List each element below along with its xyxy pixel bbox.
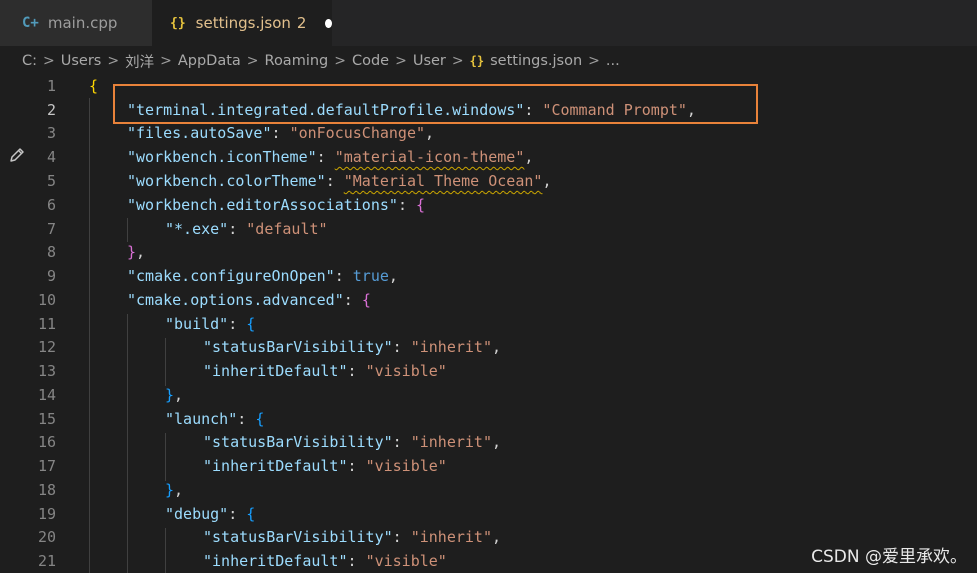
code-text: { — [89, 77, 99, 95]
code-text: }, — [165, 386, 184, 404]
code-text: "inheritDefault": "visible" — [203, 362, 447, 380]
line-number: 19 — [37, 505, 56, 523]
code-line: 4 "workbench.iconTheme": "material-icon-t… — [0, 145, 977, 169]
chevron-right-icon: > — [334, 53, 346, 69]
breadcrumb-item[interactable]: 刘洋 — [125, 51, 154, 72]
code-text: }, — [165, 481, 184, 499]
line-number: 18 — [37, 481, 56, 499]
code-line: 3 "files.autoSave": "onFocusChange", — [0, 121, 977, 145]
code-line: 13 "inheritDefault": "visible" — [0, 359, 977, 383]
breadcrumb: C: > Users > 刘洋 > AppData > Roaming > Co… — [0, 46, 977, 76]
code-line: 16 "statusBarVisibility": "inherit", — [0, 430, 977, 454]
tab-bar: C+ main.cpp {} settings.json 2 — [0, 0, 977, 46]
line-number: 17 — [37, 457, 56, 475]
code-text: "statusBarVisibility": "inherit", — [203, 433, 502, 451]
watermark: CSDN @爱里承欢。 — [811, 547, 967, 567]
line-number: 11 — [37, 315, 56, 333]
line-number: 14 — [37, 386, 56, 404]
code-line: 12 "statusBarVisibility": "inherit", — [0, 335, 977, 359]
code-text: "inheritDefault": "visible" — [203, 457, 447, 475]
unsaved-dot-icon[interactable] — [325, 18, 332, 28]
chevron-right-icon: > — [43, 53, 55, 69]
code-text: "*.exe": "default" — [165, 220, 328, 238]
code-line: 15 "launch": { — [0, 407, 977, 431]
code-text: "workbench.iconTheme": "material-icon-th… — [127, 148, 534, 166]
code-text: "files.autoSave": "onFocusChange", — [127, 124, 435, 142]
line-number: 13 — [37, 362, 56, 380]
code-line: 18}, — [0, 478, 977, 502]
code-text: "launch": { — [165, 410, 265, 428]
line-number: 2 — [46, 101, 56, 119]
code-text: "statusBarVisibility": "inherit", — [203, 528, 502, 546]
tab-main-cpp[interactable]: C+ main.cpp — [0, 0, 152, 46]
code-line: 19 "debug": { — [0, 502, 977, 526]
line-number: 21 — [37, 552, 56, 570]
code-line: 8}, — [0, 240, 977, 264]
breadcrumb-item[interactable]: AppData — [178, 53, 241, 69]
breadcrumb-ellipsis[interactable]: ... — [606, 53, 620, 69]
line-number: 1 — [46, 77, 56, 95]
chevron-right-icon: > — [107, 53, 120, 69]
code-text: "workbench.colorTheme": "Material Theme … — [127, 172, 552, 190]
code-text: "cmake.options.advanced": { — [127, 291, 371, 309]
problem-count-badge: 2 — [296, 14, 307, 32]
chevron-right-icon: > — [160, 53, 172, 69]
code-text: "inheritDefault": "visible" — [203, 552, 447, 570]
code-line: 7 "*.exe": "default" — [0, 217, 977, 241]
json-braces-icon: {} — [170, 15, 186, 31]
line-number: 5 — [46, 172, 56, 190]
line-number: 9 — [46, 267, 56, 285]
code-line: 5 "workbench.colorTheme": "Material Theme… — [0, 169, 977, 193]
code-text: "statusBarVisibility": "inherit", — [203, 338, 502, 356]
chevron-right-icon: > — [395, 53, 407, 69]
chevron-right-icon: > — [246, 53, 259, 69]
tab-label: settings.json — [195, 14, 291, 32]
code-text: "workbench.editorAssociations": { — [127, 196, 426, 214]
code-text: "debug": { — [165, 505, 256, 523]
line-number: 12 — [37, 338, 56, 356]
line-number: 16 — [37, 433, 56, 451]
chevron-right-icon: > — [451, 53, 464, 69]
code-line: 9 "cmake.configureOnOpen": true, — [0, 264, 977, 288]
cpp-icon: C+ — [22, 15, 39, 31]
code-editor[interactable]: 1{ 2 "terminal.integrated.defaultProfile.… — [0, 76, 977, 573]
breadcrumb-item[interactable]: Roaming — [265, 53, 329, 69]
chevron-right-icon: > — [588, 53, 600, 69]
breadcrumb-item[interactable]: C: — [22, 53, 37, 69]
line-number: 20 — [37, 528, 56, 546]
code-text: "cmake.configureOnOpen": true, — [127, 267, 398, 285]
line-number: 10 — [37, 291, 56, 309]
line-number: 7 — [46, 220, 56, 238]
breadcrumb-item[interactable]: User — [413, 53, 446, 69]
line-number: 6 — [46, 196, 56, 214]
line-number: 15 — [37, 410, 56, 428]
code-text: "build": { — [165, 315, 256, 333]
line-number: 8 — [46, 243, 56, 261]
breadcrumb-item[interactable]: Code — [352, 53, 389, 69]
code-line: 17 "inheritDefault": "visible" — [0, 454, 977, 478]
tab-settings-json[interactable]: {} settings.json 2 — [152, 0, 332, 46]
code-line: 10 "cmake.options.advanced": { — [0, 288, 977, 312]
json-braces-icon: {} — [469, 54, 485, 68]
line-number: 3 — [46, 124, 56, 142]
pencil-icon[interactable] — [8, 146, 26, 164]
breadcrumb-file[interactable]: settings.json — [490, 53, 582, 69]
annotation-highlight-box — [113, 84, 758, 124]
code-text: }, — [127, 243, 146, 261]
code-line: 6 "workbench.editorAssociations": { — [0, 193, 977, 217]
code-line: 14}, — [0, 383, 977, 407]
code-line: 11 "build": { — [0, 312, 977, 336]
breadcrumb-item[interactable]: Users — [61, 53, 102, 69]
tab-label: main.cpp — [47, 14, 118, 32]
